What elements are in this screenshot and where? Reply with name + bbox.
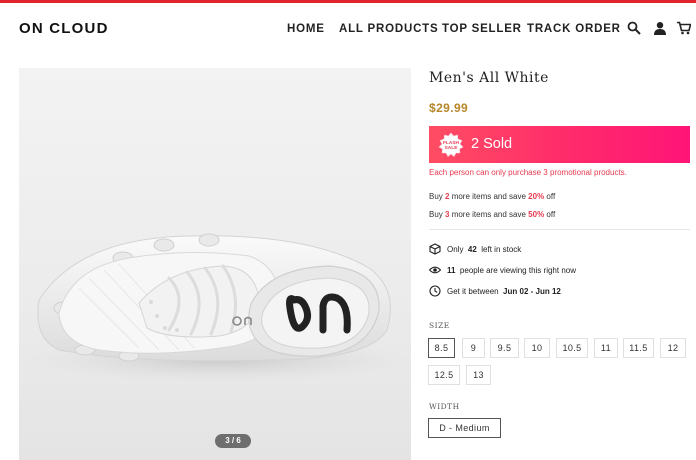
nav-top-seller[interactable]: TOP SELLER [442, 23, 522, 35]
account-icon[interactable] [653, 21, 669, 37]
cart-icon[interactable] [677, 21, 693, 37]
section-divider [429, 229, 690, 230]
size-label: SIZE [429, 321, 450, 330]
promo-line-1: Buy 2 more items and save 20% off [429, 192, 556, 201]
size-option-10[interactable]: 10 [524, 338, 550, 358]
search-icon[interactable] [627, 21, 643, 37]
purchase-limit-note: Each person can only purchase 3 promotio… [429, 168, 627, 177]
site-header: ON CLOUD HOME ALL PRODUCTS TOP SELLER TR… [0, 3, 696, 55]
box-icon [429, 243, 441, 255]
size-option-13[interactable]: 13 [466, 365, 491, 385]
product-title: Men's All White [429, 70, 549, 86]
nav-all-products[interactable]: ALL PRODUCTS [339, 23, 438, 35]
size-option-9-5[interactable]: 9.5 [490, 338, 519, 358]
svg-text:SALE: SALE [445, 145, 459, 151]
size-option-12-5[interactable]: 12.5 [428, 365, 460, 385]
width-label: WIDTH [429, 402, 460, 411]
brand-logo[interactable]: ON CLOUD [19, 20, 109, 37]
flash-sale-icon: FLASH SALE [438, 132, 464, 158]
product-image-shoe [29, 233, 409, 382]
nav-track-order[interactable]: TRACK ORDER [527, 23, 621, 35]
size-option-9[interactable]: 9 [462, 338, 485, 358]
size-option-11[interactable]: 11 [594, 338, 618, 358]
width-option-d-medium[interactable]: D - Medium [428, 418, 501, 438]
flash-sale-banner: FLASH SALE 2 Sold [429, 126, 690, 163]
promo-line-2: Buy 3 more items and save 50% off [429, 210, 556, 219]
eye-icon [428, 264, 442, 276]
size-option-10-5[interactable]: 10.5 [556, 338, 588, 358]
size-option-11-5[interactable]: 11.5 [623, 338, 654, 358]
size-option-8-5[interactable]: 8.5 [428, 338, 455, 358]
product-gallery[interactable]: 3 / 6 [19, 68, 411, 460]
size-option-12[interactable]: 12 [660, 338, 686, 358]
nav-home[interactable]: HOME [287, 23, 325, 35]
image-counter: 3 / 6 [215, 434, 251, 448]
sold-count: 2 Sold [471, 136, 513, 152]
clock-icon [429, 285, 441, 297]
product-price: $29.99 [429, 101, 469, 115]
